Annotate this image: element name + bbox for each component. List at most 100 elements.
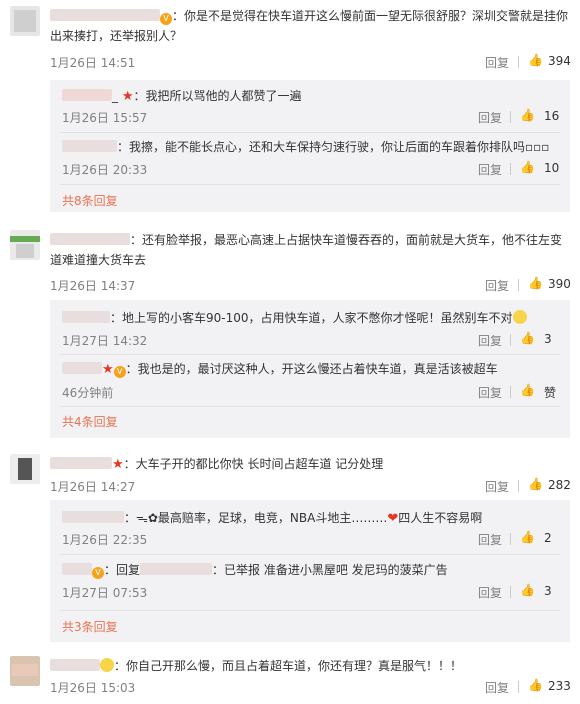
comment-1: V ：你是不是觉得在快车道开这么慢前面一望无际很舒服？深圳交警就是挂你出来揍打，还… <box>0 0 580 212</box>
reply-time: 1月27日 14:32 <box>62 334 148 348</box>
heart-icon: ❤ <box>387 511 399 526</box>
divider <box>518 279 519 291</box>
thumbs-up-icon[interactable]: 👍 <box>520 331 535 345</box>
thumbs-up-icon[interactable]: 👍 <box>520 160 535 174</box>
comment-2: ：还有脸举报，最恶心高速上占据快车道慢吞吞的，面前就是大货车，他不往左变道难道撞… <box>0 228 580 438</box>
reply-text: ：ᯓ✿最高赔率，足球，电竞，NBA斗地主………❤四人生不容易啊 <box>62 509 566 528</box>
more-replies-link[interactable]: 共4条回复 <box>62 413 118 430</box>
more-replies-link[interactable]: 共3条回复 <box>62 618 118 635</box>
reply-button[interactable]: 回复 <box>485 478 509 495</box>
star-badge-icon: ★ <box>121 89 134 104</box>
comment-text: ★：大车子开的都比你快 长时间占超车道 记分处理 <box>50 454 570 475</box>
star-badge-icon: ★ <box>112 457 124 472</box>
like-count: 16 <box>544 109 560 123</box>
comment-time: 1月26日 15:03 <box>50 681 136 695</box>
fish-icon: ᯓ✿ <box>136 511 158 525</box>
divider <box>60 354 560 355</box>
thumbs-up-icon[interactable]: 👍 <box>528 678 543 692</box>
reply-button[interactable]: 回复 <box>478 584 502 601</box>
comment-4: ：你自己开那么慢，而且占着超车道，你还有理？真是服气！！！ 1月26日 15:0… <box>0 654 580 704</box>
reply-time: 1月26日 20:33 <box>62 163 148 177</box>
divider <box>510 386 511 398</box>
reply-time: 1月27日 07:53 <box>62 586 148 600</box>
like-count: 10 <box>544 161 560 175</box>
emoji-icon <box>512 310 527 324</box>
avatar[interactable] <box>10 6 40 36</box>
thumbs-up-icon[interactable]: 👍 <box>520 530 535 544</box>
divider <box>510 533 511 545</box>
emoji-icon <box>100 658 114 672</box>
divider <box>518 681 519 693</box>
divider <box>60 184 560 185</box>
like-count: 赞 <box>544 386 557 400</box>
like-count: 2 <box>544 531 552 545</box>
username[interactable] <box>50 233 130 245</box>
comment-text: ：还有脸举报，最恶心高速上占据快车道慢吞吞的，面前就是大货车，他不往左变道难道撞… <box>50 233 563 267</box>
divider <box>510 163 511 175</box>
reply-text: ★ V ：我也是的，最讨厌这种人，开这么慢还占着快车道，真是活该被超车 <box>62 360 566 379</box>
divider <box>60 406 560 407</box>
vip-badge-icon: V <box>113 366 126 378</box>
avatar[interactable] <box>10 656 40 686</box>
divider <box>60 554 560 555</box>
username[interactable] <box>62 362 102 374</box>
username[interactable] <box>62 511 124 523</box>
avatar[interactable] <box>10 230 40 260</box>
reply-text: _ ★：我把所以骂他的人都赞了一遍 <box>62 87 566 106</box>
like-count: 233 <box>548 679 571 693</box>
thumbs-up-icon[interactable]: 👍 <box>520 383 535 397</box>
like-count: 282 <box>548 478 571 492</box>
reply-button[interactable]: 回复 <box>485 679 509 696</box>
username[interactable] <box>50 659 100 671</box>
comment-time: 1月26日 14:51 <box>50 56 136 70</box>
reply-button[interactable]: 回复 <box>478 384 502 401</box>
vip-badge-icon: V <box>160 13 172 25</box>
mentioned-user[interactable] <box>140 563 213 575</box>
reply-time: 46分钟前 <box>62 386 114 400</box>
divider <box>518 56 519 68</box>
username[interactable] <box>50 457 112 469</box>
comment-time: 1月26日 14:37 <box>50 279 136 293</box>
thumbs-up-icon[interactable]: 👍 <box>520 108 535 122</box>
comment-text: V ：你是不是觉得在快车道开这么慢前面一望无际很舒服？深圳交警就是挂你出来揍打，还… <box>50 9 569 43</box>
reply-text: ：地上写的小客车90-100，占用快车道，人家不憋你才怪呢！虽然别车不对 <box>62 309 566 327</box>
like-count: 394 <box>548 54 571 68</box>
avatar[interactable] <box>10 454 40 484</box>
username[interactable] <box>62 563 92 575</box>
like-count: 3 <box>544 332 552 346</box>
comment-time: 1月26日 14:27 <box>50 480 136 494</box>
thumbs-up-icon[interactable]: 👍 <box>520 583 535 597</box>
like-count: 390 <box>548 277 571 291</box>
vip-badge-icon: V <box>92 567 104 579</box>
username[interactable] <box>62 311 110 323</box>
divider <box>60 132 560 133</box>
reply-button[interactable]: 回复 <box>478 531 502 548</box>
reply-button[interactable]: 回复 <box>485 54 509 71</box>
reply-text: V ：回复 ：已举报 准备进小黑屋吧 发尼玛的菠菜广告 <box>62 561 566 579</box>
like-count: 3 <box>544 584 552 598</box>
divider <box>510 586 511 598</box>
thumbs-up-icon[interactable]: 👍 <box>528 276 543 290</box>
username[interactable] <box>62 89 112 101</box>
reply-box: _ ★：我把所以骂他的人都赞了一遍 1月26日 15:57 回复 👍 16 ：我… <box>50 80 570 212</box>
reply-button[interactable]: 回复 <box>478 332 502 349</box>
divider <box>510 111 511 123</box>
reply-box: ：ᯓ✿最高赔率，足球，电竞，NBA斗地主………❤四人生不容易啊 1月26日 22… <box>50 500 570 642</box>
thumbs-up-icon[interactable]: 👍 <box>528 477 543 491</box>
more-replies-link[interactable]: 共8条回复 <box>62 192 118 209</box>
divider <box>60 610 560 611</box>
reply-time: 1月26日 15:57 <box>62 111 148 125</box>
reply-box: ：地上写的小客车90-100，占用快车道，人家不憋你才怪呢！虽然别车不对 1月2… <box>50 300 570 438</box>
divider <box>518 480 519 492</box>
reply-text: ：我擦，能不能长点心，还和大车保持匀速行驶，你让后面的车跟着你排队吗▫▫▫ <box>62 138 566 156</box>
comment-3: ★：大车子开的都比你快 长时间占超车道 记分处理 1月26日 14:27 回复 … <box>0 452 580 642</box>
reply-button[interactable]: 回复 <box>478 161 502 178</box>
star-badge-icon: ★ <box>102 362 114 377</box>
reply-button[interactable]: 回复 <box>478 109 502 126</box>
divider <box>510 334 511 346</box>
username[interactable] <box>50 9 160 21</box>
thumbs-up-icon[interactable]: 👍 <box>528 53 543 67</box>
username[interactable] <box>62 140 117 152</box>
reply-button[interactable]: 回复 <box>485 277 509 294</box>
reply-time: 1月26日 22:35 <box>62 533 148 547</box>
